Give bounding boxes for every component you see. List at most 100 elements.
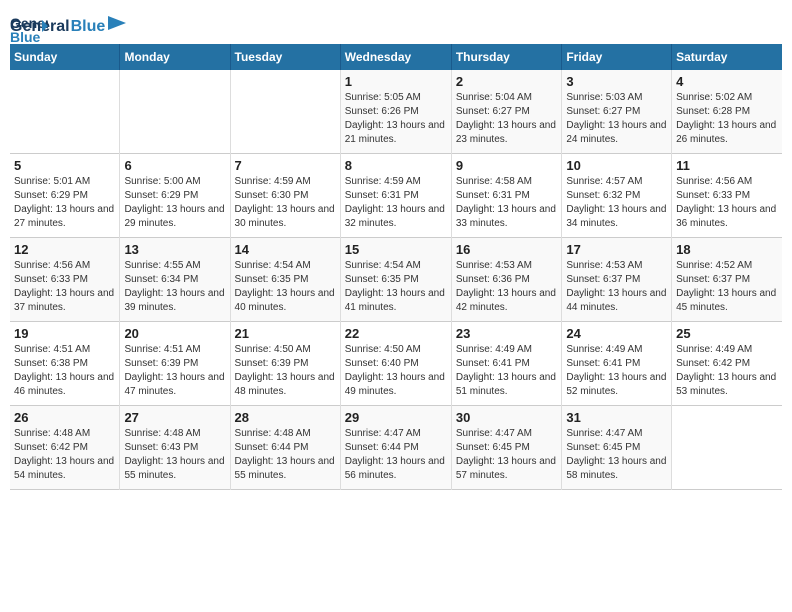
day-info: Sunrise: 4:49 AMSunset: 6:41 PMDaylight:…: [566, 343, 667, 399]
calendar-day-21: 21 Sunrise: 4:50 AMSunset: 6:39 PMDayligh…: [230, 322, 340, 406]
day-number: 16: [456, 242, 558, 257]
day-number: 24: [566, 326, 667, 341]
day-number: 15: [345, 242, 447, 257]
day-info: Sunrise: 4:47 AMSunset: 6:45 PMDaylight:…: [456, 427, 558, 483]
day-info: Sunrise: 4:55 AMSunset: 6:34 PMDaylight:…: [124, 259, 225, 315]
calendar-day-9: 9 Sunrise: 4:58 AMSunset: 6:31 PMDaylight…: [451, 154, 562, 238]
day-info: Sunrise: 5:04 AMSunset: 6:27 PMDaylight:…: [456, 91, 558, 147]
calendar-day-30: 30 Sunrise: 4:47 AMSunset: 6:45 PMDayligh…: [451, 406, 562, 490]
calendar-header-monday: Monday: [120, 44, 230, 70]
calendar-day-1: 1 Sunrise: 5:05 AMSunset: 6:26 PMDaylight…: [340, 70, 451, 154]
day-info: Sunrise: 5:01 AMSunset: 6:29 PMDaylight:…: [14, 175, 115, 231]
day-number: 25: [676, 326, 778, 341]
calendar-day-20: 20 Sunrise: 4:51 AMSunset: 6:39 PMDayligh…: [120, 322, 230, 406]
calendar-day-empty: [120, 70, 230, 154]
calendar-day-11: 11Sunrise: 4:56 AMSunset: 6:33 PMDayligh…: [672, 154, 782, 238]
day-info: Sunrise: 4:59 AMSunset: 6:30 PMDaylight:…: [235, 175, 336, 231]
day-info: Sunrise: 4:56 AMSunset: 6:33 PMDaylight:…: [676, 175, 778, 231]
calendar-header-thursday: Thursday: [451, 44, 562, 70]
day-number: 7: [235, 158, 336, 173]
day-info: Sunrise: 4:48 AMSunset: 6:43 PMDaylight:…: [124, 427, 225, 483]
calendar-day-22: 22 Sunrise: 4:50 AMSunset: 6:40 PMDayligh…: [340, 322, 451, 406]
day-number: 10: [566, 158, 667, 173]
day-number: 6: [124, 158, 225, 173]
day-number: 18: [676, 242, 778, 257]
day-info: Sunrise: 4:54 AMSunset: 6:35 PMDaylight:…: [345, 259, 447, 315]
calendar-day-10: 10 Sunrise: 4:57 AMSunset: 6:32 PMDayligh…: [562, 154, 672, 238]
day-info: Sunrise: 4:47 AMSunset: 6:45 PMDaylight:…: [566, 427, 667, 483]
page-header: General Blue General Blue: [10, 10, 782, 36]
calendar-day-25: 25 Sunrise: 4:49 AMSunset: 6:42 PMDayligh…: [672, 322, 782, 406]
calendar-week-row: 1 Sunrise: 5:05 AMSunset: 6:26 PMDaylight…: [10, 70, 782, 154]
calendar-header-friday: Friday: [562, 44, 672, 70]
calendar-day-29: 29 Sunrise: 4:47 AMSunset: 6:44 PMDayligh…: [340, 406, 451, 490]
day-number: 9: [456, 158, 558, 173]
calendar-day-empty: [230, 70, 340, 154]
calendar-day-4: 4 Sunrise: 5:02 AMSunset: 6:28 PMDaylight…: [672, 70, 782, 154]
calendar-day-26: 26 Sunrise: 4:48 AMSunset: 6:42 PMDayligh…: [10, 406, 120, 490]
logo: General Blue General Blue: [10, 10, 126, 36]
calendar-day-31: 31 Sunrise: 4:47 AMSunset: 6:45 PMDayligh…: [562, 406, 672, 490]
day-info: Sunrise: 4:49 AMSunset: 6:42 PMDaylight:…: [676, 343, 778, 399]
calendar-week-row: 12Sunrise: 4:56 AMSunset: 6:33 PMDayligh…: [10, 238, 782, 322]
day-number: 21: [235, 326, 336, 341]
day-info: Sunrise: 5:02 AMSunset: 6:28 PMDaylight:…: [676, 91, 778, 147]
calendar-day-7: 7 Sunrise: 4:59 AMSunset: 6:30 PMDaylight…: [230, 154, 340, 238]
day-info: Sunrise: 4:53 AMSunset: 6:36 PMDaylight:…: [456, 259, 558, 315]
day-number: 17: [566, 242, 667, 257]
calendar-day-18: 18 Sunrise: 4:52 AMSunset: 6:37 PMDayligh…: [672, 238, 782, 322]
day-info: Sunrise: 5:00 AMSunset: 6:29 PMDaylight:…: [124, 175, 225, 231]
day-info: Sunrise: 4:51 AMSunset: 6:39 PMDaylight:…: [124, 343, 225, 399]
day-info: Sunrise: 4:47 AMSunset: 6:44 PMDaylight:…: [345, 427, 447, 483]
day-info: Sunrise: 4:51 AMSunset: 6:38 PMDaylight:…: [14, 343, 115, 399]
day-number: 22: [345, 326, 447, 341]
calendar-week-row: 19Sunrise: 4:51 AMSunset: 6:38 PMDayligh…: [10, 322, 782, 406]
svg-text:Blue: Blue: [10, 29, 41, 45]
calendar-week-row: 5 Sunrise: 5:01 AMSunset: 6:29 PMDaylight…: [10, 154, 782, 238]
calendar-week-row: 26 Sunrise: 4:48 AMSunset: 6:42 PMDayligh…: [10, 406, 782, 490]
day-number: 30: [456, 410, 558, 425]
day-number: 29: [345, 410, 447, 425]
calendar-day-3: 3Sunrise: 5:03 AMSunset: 6:27 PMDaylight…: [562, 70, 672, 154]
day-info: Sunrise: 4:50 AMSunset: 6:39 PMDaylight:…: [235, 343, 336, 399]
day-info: Sunrise: 4:54 AMSunset: 6:35 PMDaylight:…: [235, 259, 336, 315]
calendar-day-16: 16 Sunrise: 4:53 AMSunset: 6:36 PMDayligh…: [451, 238, 562, 322]
day-info: Sunrise: 4:49 AMSunset: 6:41 PMDaylight:…: [456, 343, 558, 399]
calendar-day-28: 28 Sunrise: 4:48 AMSunset: 6:44 PMDayligh…: [230, 406, 340, 490]
calendar-table: SundayMondayTuesdayWednesdayThursdayFrid…: [10, 44, 782, 490]
logo-blue: Blue: [71, 18, 106, 36]
day-number: 5: [14, 158, 115, 173]
calendar-day-6: 6 Sunrise: 5:00 AMSunset: 6:29 PMDaylight…: [120, 154, 230, 238]
day-number: 13: [124, 242, 225, 257]
calendar-day-8: 8Sunrise: 4:59 AMSunset: 6:31 PMDaylight…: [340, 154, 451, 238]
calendar-day-12: 12Sunrise: 4:56 AMSunset: 6:33 PMDayligh…: [10, 238, 120, 322]
calendar-day-15: 15 Sunrise: 4:54 AMSunset: 6:35 PMDayligh…: [340, 238, 451, 322]
day-number: 28: [235, 410, 336, 425]
day-info: Sunrise: 4:48 AMSunset: 6:42 PMDaylight:…: [14, 427, 115, 483]
day-info: Sunrise: 5:05 AMSunset: 6:26 PMDaylight:…: [345, 91, 447, 147]
day-info: Sunrise: 4:48 AMSunset: 6:44 PMDaylight:…: [235, 427, 336, 483]
calendar-day-23: 23Sunrise: 4:49 AMSunset: 6:41 PMDayligh…: [451, 322, 562, 406]
day-number: 4: [676, 74, 778, 89]
day-number: 27: [124, 410, 225, 425]
day-number: 20: [124, 326, 225, 341]
day-number: 26: [14, 410, 115, 425]
day-info: Sunrise: 4:58 AMSunset: 6:31 PMDaylight:…: [456, 175, 558, 231]
calendar-header-row: SundayMondayTuesdayWednesdayThursdayFrid…: [10, 44, 782, 70]
calendar-day-5: 5 Sunrise: 5:01 AMSunset: 6:29 PMDaylight…: [10, 154, 120, 238]
calendar-day-empty: [10, 70, 120, 154]
day-info: Sunrise: 4:52 AMSunset: 6:37 PMDaylight:…: [676, 259, 778, 315]
calendar-header-saturday: Saturday: [672, 44, 782, 70]
day-number: 2: [456, 74, 558, 89]
day-number: 14: [235, 242, 336, 257]
calendar-day-14: 14 Sunrise: 4:54 AMSunset: 6:35 PMDayligh…: [230, 238, 340, 322]
calendar-day-19: 19Sunrise: 4:51 AMSunset: 6:38 PMDayligh…: [10, 322, 120, 406]
day-info: Sunrise: 4:57 AMSunset: 6:32 PMDaylight:…: [566, 175, 667, 231]
day-info: Sunrise: 4:50 AMSunset: 6:40 PMDaylight:…: [345, 343, 447, 399]
calendar-day-17: 17Sunrise: 4:53 AMSunset: 6:37 PMDayligh…: [562, 238, 672, 322]
day-number: 12: [14, 242, 115, 257]
day-number: 8: [345, 158, 447, 173]
day-number: 1: [345, 74, 447, 89]
calendar-header-wednesday: Wednesday: [340, 44, 451, 70]
day-number: 31: [566, 410, 667, 425]
